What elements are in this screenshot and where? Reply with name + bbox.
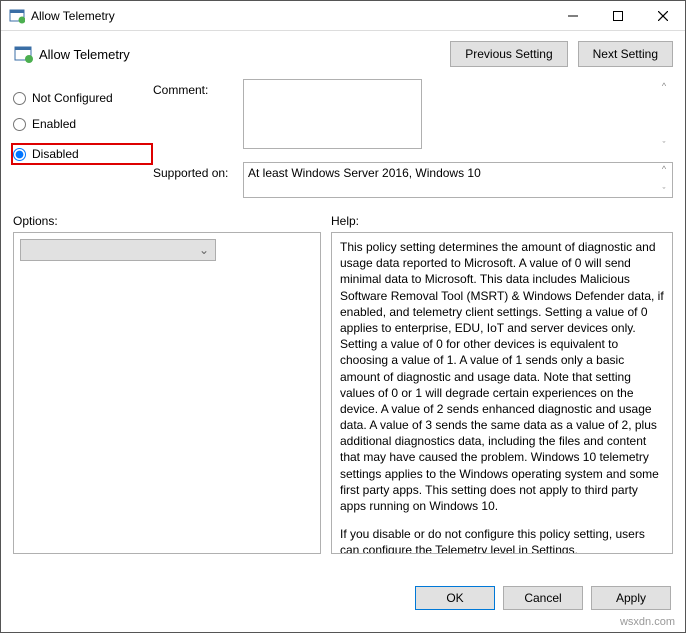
radio-disabled-input[interactable] xyxy=(13,148,26,161)
state-radio-group: Not Configured Enabled Disabled xyxy=(13,79,153,208)
options-dropdown[interactable]: ⌄ xyxy=(20,239,216,261)
radio-enabled-label: Enabled xyxy=(32,117,76,131)
ok-button[interactable]: OK xyxy=(415,586,495,610)
apply-button[interactable]: Apply xyxy=(591,586,671,610)
supported-on-label: Supported on: xyxy=(153,162,243,198)
next-setting-button[interactable]: Next Setting xyxy=(578,41,673,67)
radio-enabled[interactable]: Enabled xyxy=(13,117,153,131)
radio-not-configured[interactable]: Not Configured xyxy=(13,91,153,105)
help-pane: This policy setting determines the amoun… xyxy=(331,232,673,554)
maximize-button[interactable] xyxy=(595,1,640,30)
comment-input[interactable] xyxy=(243,79,422,149)
options-pane: ⌄ xyxy=(13,232,321,554)
radio-enabled-input[interactable] xyxy=(13,118,26,131)
radio-not-configured-input[interactable] xyxy=(13,92,26,105)
help-text-2: If you disable or do not configure this … xyxy=(340,526,664,554)
radio-not-configured-label: Not Configured xyxy=(32,91,113,105)
help-label: Help: xyxy=(331,214,359,228)
app-icon xyxy=(9,8,25,24)
scroll-indicator: ^ˇ xyxy=(657,81,671,150)
minimize-button[interactable] xyxy=(550,1,595,30)
options-label: Options: xyxy=(13,214,331,228)
previous-setting-button[interactable]: Previous Setting xyxy=(450,41,567,67)
close-button[interactable] xyxy=(640,1,685,30)
comment-label: Comment: xyxy=(153,79,243,152)
watermark: wsxdn.com xyxy=(620,616,675,628)
header: Allow Telemetry Previous Setting Next Se… xyxy=(1,31,685,73)
policy-title: Allow Telemetry xyxy=(39,47,440,62)
chevron-down-icon: ⌄ xyxy=(199,243,209,257)
supported-on-value: At least Windows Server 2016, Windows 10 xyxy=(243,162,673,198)
radio-disabled-label: Disabled xyxy=(32,147,79,161)
titlebar: Allow Telemetry xyxy=(1,1,685,31)
policy-icon xyxy=(13,44,33,64)
help-text-1: This policy setting determines the amoun… xyxy=(340,239,664,514)
scroll-indicator: ^ˇ xyxy=(657,164,671,196)
cancel-button[interactable]: Cancel xyxy=(503,586,583,610)
window-title: Allow Telemetry xyxy=(31,9,550,23)
radio-disabled[interactable]: Disabled xyxy=(11,143,153,165)
button-bar: OK Cancel Apply xyxy=(415,586,671,610)
